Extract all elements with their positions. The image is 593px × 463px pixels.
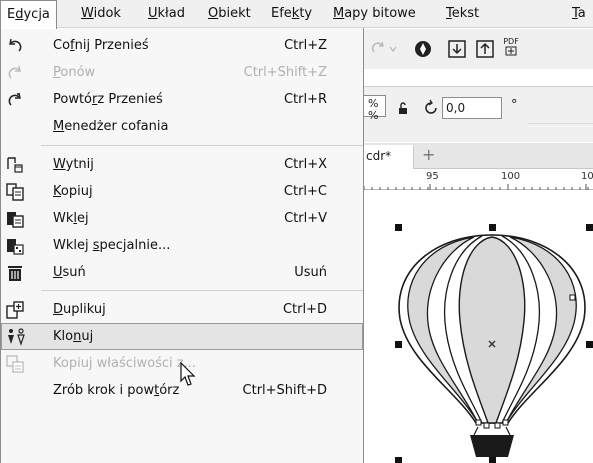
ruler-ticks (364, 184, 589, 190)
corel-connect-icon[interactable] (412, 38, 434, 60)
node-marker-bottom-left (475, 419, 482, 426)
scale-y-percent: % (368, 109, 379, 122)
menu-item-paste[interactable]: Wklej Ctrl+V (1, 205, 363, 232)
export-icon[interactable] (474, 38, 496, 60)
menu-item-shortcut: Usuń (294, 265, 327, 280)
handle-middle-left (395, 341, 402, 348)
ruler-label-100: 100 (501, 171, 521, 182)
menu-item-label: Ponów (53, 65, 96, 80)
menu-efekty[interactable]: Efekty (265, 0, 318, 28)
scale-fields[interactable]: % % (364, 95, 386, 122)
rope-left (473, 426, 479, 436)
edit-menu-dropdown: Cofnij Przenieś Ctrl+Z Ponów Ctrl+Shift+… (0, 28, 364, 463)
menu-widok[interactable]: Widok (75, 0, 127, 28)
cut-icon (5, 155, 25, 175)
property-bar: % % 0,0 ° (364, 86, 593, 142)
drawing-canvas[interactable] (364, 191, 593, 463)
menu-item-shortcut: Ctrl+Z (284, 38, 327, 53)
menu-item-undo-manager[interactable]: Menedżer cofania (1, 113, 363, 140)
menu-item-label: Menedżer cofania (53, 119, 169, 134)
standard-toolbar: PDF (364, 29, 593, 69)
node-marker-bottom-right (502, 419, 509, 426)
property-divider (528, 123, 593, 124)
menu-item-label: Powtórz Przenieś (53, 92, 163, 107)
menu-item-shortcut: Ctrl+Shift+D (242, 383, 327, 398)
menu-item-shortcut: Ctrl+X (284, 157, 327, 172)
handle-top-left (395, 224, 402, 231)
copy-properties-icon (5, 354, 25, 374)
menu-item-paste-special[interactable]: Wklej specjalnie... (1, 232, 363, 259)
menu-item-undo[interactable]: Cofnij Przenieś Ctrl+Z (1, 32, 363, 59)
publish-pdf-icon[interactable]: PDF (500, 35, 522, 57)
menu-item-shortcut: Ctrl+R (283, 92, 327, 107)
copy-icon (5, 182, 25, 202)
rotate-icon (420, 97, 442, 119)
redo-dropdown-icon[interactable] (386, 38, 400, 60)
pdf-label: PDF (503, 36, 519, 46)
handle-bottom-left (395, 457, 402, 463)
menu-item-repeat[interactable]: Powtórz Przenieś Ctrl+R (1, 86, 363, 113)
repeat-icon (5, 90, 25, 110)
menu-item-clone[interactable]: Klonuj (1, 323, 363, 350)
clone-icon (6, 327, 26, 347)
ruler-label-95: 95 (426, 171, 439, 182)
menu-item-redo: Ponów Ctrl+Shift+Z (1, 59, 363, 86)
mouse-cursor-icon (180, 362, 196, 386)
duplicate-icon (5, 300, 25, 320)
menu-separator (41, 290, 363, 291)
menu-item-label: Cofnij Przenieś (53, 38, 149, 53)
handle-bottom-center (489, 457, 496, 463)
menu-tabela[interactable]: Ta (566, 0, 592, 28)
menu-item-label: Kopiuj (53, 184, 93, 199)
import-icon[interactable] (446, 38, 468, 60)
menu-uklad[interactable]: Układ (142, 0, 191, 28)
menu-item-shortcut: Ctrl+Shift+Z (243, 65, 327, 80)
ruler-label-105: 10 (581, 171, 593, 182)
menu-item-label: Wklej specjalnie... (53, 238, 171, 253)
menu-edycja[interactable]: Edycja (0, 0, 57, 29)
menu-item-shortcut: Ctrl+D (282, 302, 327, 317)
menu-item-label: Wytnij (53, 157, 94, 172)
handle-top-center (489, 224, 496, 231)
menu-obiekt[interactable]: Obiekt (202, 0, 257, 28)
rotation-angle-input[interactable]: 0,0 (442, 97, 502, 119)
menu-item-label: Duplikuj (53, 302, 106, 317)
menu-item-cut[interactable]: Wytnij Ctrl+X (1, 151, 363, 178)
menu-item-label: Wklej (53, 211, 89, 226)
node-marker-bottom-center-right (494, 422, 501, 429)
menu-tekst[interactable]: Tekst (440, 0, 485, 28)
menu-item-label: Kopiuj właściwości z... (53, 356, 196, 371)
node-marker-bottom-center (483, 422, 490, 429)
handle-middle-right (586, 341, 593, 348)
menu-item-delete[interactable]: Usuń Usuń (1, 259, 363, 286)
rope-right (505, 426, 511, 436)
undo-icon (5, 36, 25, 56)
menu-item-label: Klonuj (53, 329, 94, 344)
balloon-basket (470, 435, 514, 457)
menu-mapy-bitowe[interactable]: Mapy bitowe (327, 0, 422, 28)
horizontal-ruler[interactable]: 95 100 10 (364, 170, 593, 190)
menu-item-label: Zrób krok i powtórz (53, 383, 180, 398)
menu-item-copy[interactable]: Kopiuj Ctrl+C (1, 178, 363, 205)
handle-top-right (586, 224, 593, 231)
menu-item-shortcut: Ctrl+C (283, 184, 327, 199)
menu-item-shortcut: Ctrl+V (284, 211, 327, 226)
paste-special-icon (5, 236, 25, 256)
document-tab[interactable]: cdr* (364, 145, 414, 169)
degree-symbol: ° (511, 98, 518, 113)
menu-separator (41, 145, 363, 146)
lock-ratio-icon[interactable] (392, 97, 414, 119)
balloon-drawing[interactable] (364, 191, 593, 463)
add-tab-button[interactable]: + (422, 145, 435, 164)
document-tab-bar: cdr* + (364, 143, 593, 169)
menu-bar: Edycja Widok Układ Obiekt Efekty Mapy bi… (0, 0, 593, 29)
trash-icon (5, 263, 25, 283)
paste-icon (5, 209, 25, 229)
menu-item-duplicate[interactable]: Duplikuj Ctrl+D (1, 296, 363, 323)
redo-icon (5, 63, 25, 83)
node-marker-right (569, 294, 576, 301)
menu-item-label: Usuń (53, 265, 86, 280)
